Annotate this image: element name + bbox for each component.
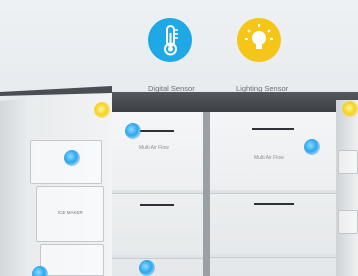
right-door-edge	[336, 100, 358, 276]
left-shelf	[112, 255, 203, 259]
left-shelf	[112, 190, 203, 194]
left-lower-panel	[140, 204, 174, 206]
lighting-sensor-badge	[237, 18, 281, 62]
left-compartment-brand: Multi Air Flow	[139, 145, 169, 151]
left-light-panel	[140, 130, 174, 132]
left-compartment	[112, 112, 203, 276]
fridge-top-frame	[96, 92, 358, 112]
center-divider	[203, 112, 210, 276]
product-illustration: Digital Sensor Lighting Sensor Multi Air…	[0, 0, 358, 276]
right-compartment-brand: Multi Air Flow	[254, 155, 284, 161]
lighting-sensor-marker	[94, 102, 110, 118]
right-light-panel	[252, 128, 294, 130]
right-compartment	[210, 112, 336, 276]
ice-maker-label: ICE MAKER	[58, 210, 83, 215]
right-door-bin	[338, 150, 358, 174]
lighting-sensor-marker	[342, 101, 358, 117]
right-shelf	[210, 190, 336, 194]
temperature-sensor-marker	[139, 260, 155, 276]
door-bottom-bin	[40, 244, 104, 276]
temperature-sensor-marker	[32, 266, 48, 276]
temperature-sensor-marker	[304, 139, 320, 155]
temperature-sensor-marker	[125, 123, 141, 139]
thermometer-icon	[164, 25, 178, 56]
right-lower-panel	[254, 203, 294, 205]
digital-sensor-badge	[148, 18, 192, 62]
right-shelf	[210, 254, 336, 258]
temperature-sensor-marker	[64, 150, 80, 166]
light-bulb-icon	[245, 24, 273, 49]
right-door-bin	[338, 210, 358, 234]
